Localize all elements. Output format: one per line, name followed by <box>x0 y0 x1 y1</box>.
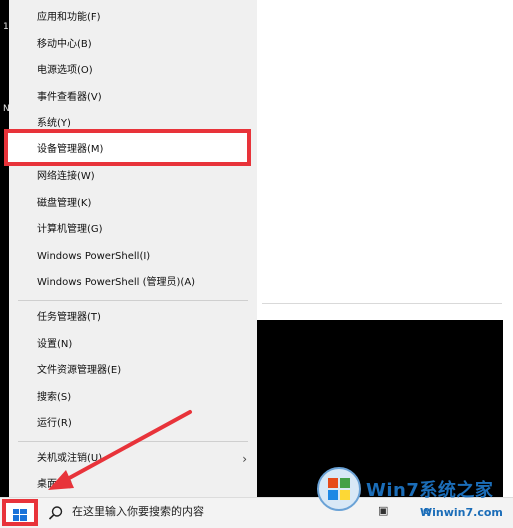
menu-item-label: Windows PowerShell (管理员)(A) <box>37 277 196 288</box>
menu-item-task-manager[interactable]: 任务管理器(T) <box>9 306 257 330</box>
menu-item-label: 文件资源管理器(E) <box>37 365 122 376</box>
menu-item-label: 搜索(S) <box>37 392 72 403</box>
menu-item-label: 应用和功能(F) <box>37 12 101 23</box>
search-icon[interactable] <box>48 505 64 521</box>
menu-separator <box>18 300 248 301</box>
menu-item-powershell[interactable]: Windows PowerShell(I) <box>9 245 257 269</box>
watermark-text: Win7系统之家 <box>366 480 494 501</box>
menu-separator <box>18 441 248 442</box>
menu-item-settings[interactable]: 设置(N) <box>9 333 257 357</box>
menu-item-label: 磁盘管理(K) <box>37 198 92 209</box>
menu-item-computer-management[interactable]: 计算机管理(G) <box>9 218 257 242</box>
background-dark-panel <box>257 320 503 497</box>
menu-item-label: 桌面(D) <box>37 479 73 490</box>
menu-item-run[interactable]: 运行(R) <box>9 412 257 436</box>
menu-item-label: 设置(N) <box>37 339 73 350</box>
menu-item-label: 任务管理器(T) <box>37 312 101 323</box>
menu-item-desktop[interactable]: 桌面(D) <box>9 473 257 497</box>
menu-item-powershell-admin[interactable]: Windows PowerShell (管理员)(A) <box>9 271 257 295</box>
menu-item-event-viewer[interactable]: 事件查看器(V) <box>9 86 257 110</box>
winx-context-menu: 应用和功能(F) 移动中心(B) 电源选项(O) 事件查看器(V) 系统(Y) … <box>9 0 257 497</box>
menu-item-apps-features[interactable]: 应用和功能(F) <box>9 6 257 30</box>
windows-logo-icon <box>13 509 27 521</box>
menu-item-network-connections[interactable]: 网络连接(W) <box>9 165 257 189</box>
watermark-url: Winwin7.com <box>420 506 503 519</box>
menu-item-label: 运行(R) <box>37 418 72 429</box>
menu-item-disk-management[interactable]: 磁盘管理(K) <box>9 192 257 216</box>
menu-item-shutdown-signout[interactable]: 关机或注销(U) › <box>9 447 257 471</box>
menu-item-power-options[interactable]: 电源选项(O) <box>9 59 257 83</box>
menu-item-file-explorer[interactable]: 文件资源管理器(E) <box>9 359 257 383</box>
menu-item-label: 电源选项(O) <box>37 65 93 76</box>
chevron-right-icon: › <box>242 452 247 466</box>
menu-item-search[interactable]: 搜索(S) <box>9 386 257 410</box>
menu-item-label: 计算机管理(G) <box>37 224 103 235</box>
background-window <box>257 0 513 320</box>
menu-item-label: 关机或注销(U) <box>37 453 103 464</box>
start-button[interactable] <box>2 499 38 526</box>
taskbar-search-input[interactable]: 在这里输入你要搜索的内容 <box>72 503 204 519</box>
background-divider <box>262 303 502 304</box>
highlight-device-manager[interactable]: 设备管理器(M) <box>4 129 251 166</box>
menu-item-label: 网络连接(W) <box>37 171 95 182</box>
edge-glyph: 1 <box>3 22 9 32</box>
menu-item-mobility-center[interactable]: 移动中心(B) <box>9 33 257 57</box>
background-panel-edge <box>503 320 513 497</box>
menu-item-label: Windows PowerShell(I) <box>37 251 151 262</box>
menu-item-label: 事件查看器(V) <box>37 92 102 103</box>
watermark-logo-icon <box>317 467 361 511</box>
taskview-icon[interactable]: ▣ <box>378 504 388 517</box>
menu-item-label: 设备管理器(M) <box>37 144 104 155</box>
desktop-left-strip: 1 N <box>0 0 10 497</box>
menu-item-label: 移动中心(B) <box>37 39 92 50</box>
